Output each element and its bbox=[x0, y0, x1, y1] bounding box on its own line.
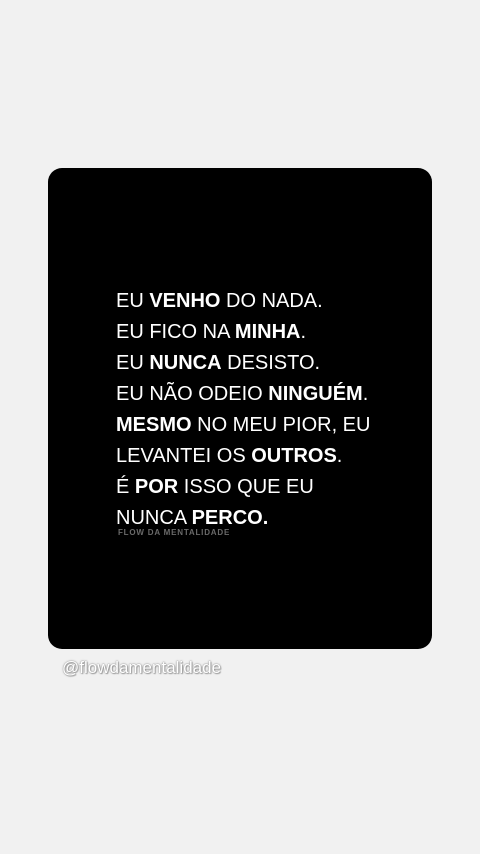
quote-line: LEVANTEI OS OUTROS. bbox=[116, 445, 343, 467]
quote-line: EU FICO NA MINHA. bbox=[116, 321, 307, 343]
quote-line: MESMO NO MEU PIOR, EU bbox=[116, 414, 371, 436]
quote-line: EU NUNCA DESISTO. bbox=[116, 352, 321, 374]
quote-line: É POR ISSO QUE EU bbox=[116, 476, 314, 498]
quote-line: EU NÃO ODEIO NINGUÉM. bbox=[116, 383, 369, 405]
story-page: EU VENHO DO NADA. EU FICO NA MINHA. EU N… bbox=[0, 0, 480, 854]
brand-watermark: FLOW DA MENTALIDADE bbox=[118, 528, 231, 537]
profile-handle-sticker[interactable]: @flowdamentalidade bbox=[62, 658, 221, 678]
quote-line: EU VENHO DO NADA. bbox=[116, 290, 323, 312]
quote-text: EU VENHO DO NADA. EU FICO NA MINHA. EU N… bbox=[116, 286, 416, 534]
